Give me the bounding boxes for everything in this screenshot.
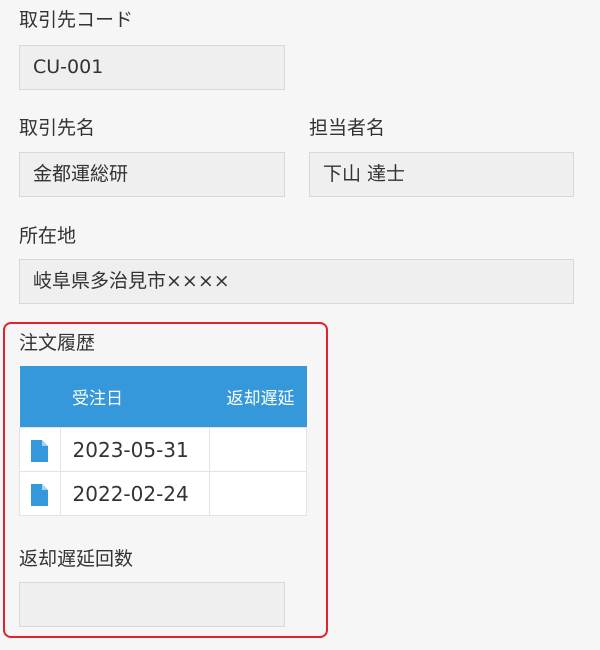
- document-icon[interactable]: [19, 471, 61, 516]
- return-delay-count-label: 返却遅延回数: [19, 548, 134, 570]
- table-header-order-date: 受注日: [60, 366, 210, 428]
- customer-code-label: 取引先コード: [19, 9, 134, 31]
- contact-name-field[interactable]: 下山 達士: [309, 152, 574, 197]
- customer-name-label: 取引先名: [19, 117, 96, 139]
- table-header-row: 受注日 返却遅延: [19, 366, 307, 428]
- customer-record-page: 取引先コード CU-001 取引先名 金都運総研 担当者名 下山 達士 所在地 …: [0, 0, 600, 650]
- return-delay-count-field[interactable]: [19, 582, 285, 627]
- contact-name-label: 担当者名: [309, 117, 386, 139]
- return-delay-cell: [208, 471, 308, 516]
- document-icon[interactable]: [19, 427, 61, 472]
- table-row[interactable]: 2023-05-31: [19, 427, 308, 472]
- customer-name-field[interactable]: 金都運総研: [19, 152, 285, 197]
- document-icon[interactable]: [31, 439, 49, 462]
- order-date-cell: 2022-02-24: [59, 471, 210, 516]
- document-icon[interactable]: [31, 483, 49, 506]
- return-delay-cell: [208, 427, 308, 472]
- address-label: 所在地: [19, 225, 77, 247]
- order-date-cell: 2023-05-31: [59, 427, 210, 472]
- table-header-return-delay: 返却遅延: [209, 366, 307, 428]
- table-header-icon: [19, 366, 61, 428]
- order-history-label: 注文履歴: [19, 332, 96, 354]
- customer-code-field[interactable]: CU-001: [19, 45, 285, 90]
- order-history-table: 受注日 返却遅延 2023-05-31 2022-02-24: [19, 366, 308, 516]
- table-row[interactable]: 2022-02-24: [19, 471, 308, 516]
- address-field[interactable]: 岐阜県多治見市××××: [19, 259, 574, 304]
